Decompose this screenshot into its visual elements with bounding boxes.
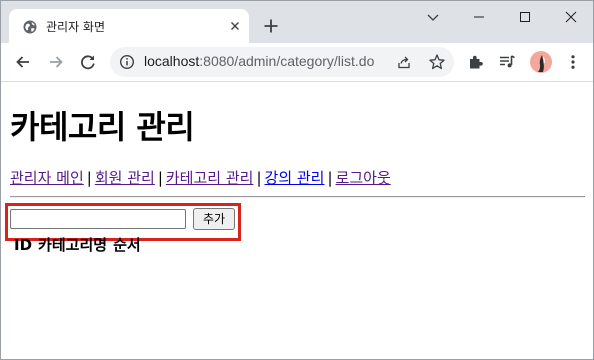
nav-link-category-management[interactable]: 카테고리 관리 <box>166 169 254 187</box>
nav-separator: | <box>86 169 92 187</box>
column-header-order: 순서 <box>113 236 141 254</box>
media-queue-icon[interactable] <box>498 53 516 71</box>
nav-link-lecture-management[interactable]: 강의 관리 <box>265 169 325 187</box>
browser-toolbar: localhost:8080/admin/category/list.do <box>1 43 593 82</box>
maximize-icon[interactable] <box>515 7 535 27</box>
menu-icon[interactable] <box>564 53 582 71</box>
share-icon[interactable] <box>396 54 412 70</box>
category-name-input[interactable] <box>10 209 186 229</box>
nav-separator: | <box>327 169 333 187</box>
divider <box>10 196 585 198</box>
nav-separator: | <box>256 169 262 187</box>
reload-icon[interactable] <box>79 53 97 71</box>
add-button[interactable]: 추가 <box>193 208 235 230</box>
browser-tab[interactable]: 관리자 화면 <box>9 9 249 43</box>
nav-separator: | <box>157 169 163 187</box>
url-host: localhost <box>144 53 200 69</box>
address-bar[interactable]: localhost:8080/admin/category/list.do <box>110 47 454 77</box>
nav-link-member-management[interactable]: 회원 관리 <box>95 169 155 187</box>
info-icon[interactable] <box>119 54 135 70</box>
browser-window: 관리자 화면 localhost:8080/admin/category/lis… <box>0 0 594 360</box>
plus-icon[interactable] <box>262 17 280 35</box>
nav-link-logout[interactable]: 로그아웃 <box>336 169 391 187</box>
tab-title: 관리자 화면 <box>46 20 106 34</box>
star-icon[interactable] <box>428 53 446 71</box>
column-header-id: ID <box>14 236 33 254</box>
forward-icon[interactable] <box>47 53 65 71</box>
nav-link-admin-main[interactable]: 관리자 메인 <box>10 169 84 187</box>
minimize-icon[interactable] <box>469 7 489 27</box>
category-table-header: ID 카테고리명 순서 <box>14 234 147 255</box>
close-tab-icon[interactable] <box>227 18 243 34</box>
avatar[interactable] <box>530 51 552 73</box>
url-text[interactable]: localhost:8080/admin/category/list.do <box>144 53 374 69</box>
tab-strip: 관리자 화면 <box>1 1 593 43</box>
window-close-icon[interactable] <box>561 7 581 27</box>
admin-nav: 관리자 메인 | 회원 관리 | 카테고리 관리 | 강의 관리 | 로그아웃 <box>10 167 391 188</box>
back-icon[interactable] <box>14 53 32 71</box>
column-header-category-name: 카테고리명 <box>38 236 108 254</box>
page-content: 카테고리 관리 관리자 메인 | 회원 관리 | 카테고리 관리 | 강의 관리 | 로그아웃 … <box>1 82 593 359</box>
extensions-icon[interactable] <box>467 53 485 71</box>
page-title: 카테고리 관리 <box>10 108 195 146</box>
globe-icon <box>23 19 37 34</box>
url-path: :8080/admin/category/list.do <box>199 53 375 69</box>
chevron-down-icon[interactable] <box>423 7 443 27</box>
